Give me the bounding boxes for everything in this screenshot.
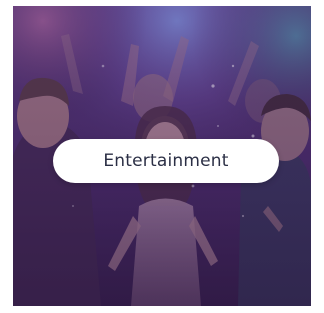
category-label-pill[interactable]: Entertainment — [53, 139, 279, 183]
category-card-entertainment[interactable]: Entertainment — [13, 6, 311, 306]
category-label: Entertainment — [103, 151, 229, 171]
